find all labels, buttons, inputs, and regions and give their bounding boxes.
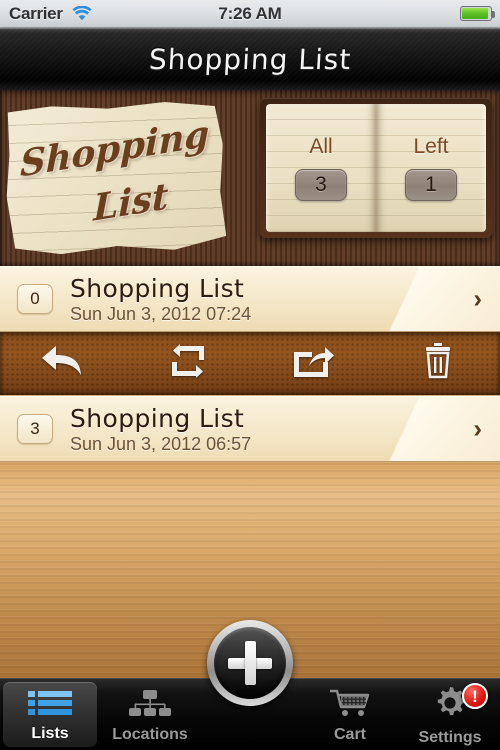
status-bar: Carrier 7:26 AM — [0, 0, 500, 28]
table-row[interactable]: 0 Shopping List Sun Jun 3, 2012 07:24 › — [0, 266, 500, 332]
tab-cart[interactable]: Cart — [300, 679, 400, 750]
trash-icon — [423, 343, 453, 384]
tab-settings-label: Settings — [418, 729, 482, 746]
counter-left-value: 1 — [405, 169, 457, 201]
tab-settings[interactable]: ! Settings — [400, 679, 500, 750]
app-screen: Carrier 7:26 AM Shopping List Shopping L… — [0, 0, 500, 750]
paper-note-logo: Shopping List — [3, 100, 227, 256]
share-icon — [292, 344, 334, 383]
repeat-icon — [169, 344, 207, 383]
counter-left[interactable]: Left 1 — [376, 104, 486, 232]
chevron-right-icon[interactable]: › — [473, 284, 482, 315]
lists-table: 0 Shopping List Sun Jun 3, 2012 07:24 › — [0, 266, 500, 462]
reply-icon — [40, 344, 86, 383]
tab-locations[interactable]: Locations — [100, 679, 200, 750]
counter-left-label: Left — [413, 135, 449, 158]
counter-all-value: 3 — [295, 169, 347, 201]
tab-lists[interactable]: Lists — [0, 679, 100, 750]
row-texts: Shopping List Sun Jun 3, 2012 06:57 — [70, 404, 251, 455]
page-title: Shopping List — [147, 42, 353, 76]
plus-icon — [227, 640, 273, 686]
list-icon — [28, 690, 72, 721]
share-button[interactable] — [250, 344, 375, 383]
header-panel: Shopping List All 3 Left 1 — [0, 90, 500, 266]
tab-lists-label: Lists — [31, 725, 69, 742]
row-action-bar — [0, 332, 500, 396]
tab-locations-label: Locations — [112, 725, 188, 743]
counter-all-label: All — [309, 135, 333, 158]
repeat-button[interactable] — [125, 344, 250, 383]
battery-icon — [460, 6, 495, 21]
note-line-1: Shopping — [19, 112, 210, 186]
counters-book: All 3 Left 1 — [260, 98, 492, 238]
settings-alert-badge: ! — [462, 683, 488, 709]
navigation-bar: Shopping List — [0, 28, 500, 90]
table-row[interactable]: 3 Shopping List Sun Jun 3, 2012 06:57 › — [0, 396, 500, 462]
row-title: Shopping List — [70, 273, 245, 303]
note-line-2: List — [93, 175, 169, 230]
row-texts: Shopping List Sun Jun 3, 2012 07:24 — [70, 274, 251, 325]
row-subtitle: Sun Jun 3, 2012 07:24 — [70, 303, 252, 324]
status-time: 7:26 AM — [218, 3, 282, 23]
row-title: Shopping List — [70, 403, 245, 433]
delete-button[interactable] — [375, 343, 500, 384]
hierarchy-icon — [128, 689, 172, 722]
row-item-count-badge: 3 — [17, 414, 53, 444]
reply-button[interactable] — [0, 344, 125, 383]
counter-all[interactable]: All 3 — [266, 104, 376, 232]
row-item-count-badge: 0 — [17, 284, 53, 314]
add-button-inner — [214, 627, 286, 699]
tab-cart-label: Cart — [333, 726, 366, 743]
chevron-right-icon[interactable]: › — [473, 414, 482, 445]
cart-icon — [328, 689, 372, 722]
add-button[interactable] — [207, 620, 293, 706]
row-subtitle: Sun Jun 3, 2012 06:57 — [70, 433, 252, 454]
